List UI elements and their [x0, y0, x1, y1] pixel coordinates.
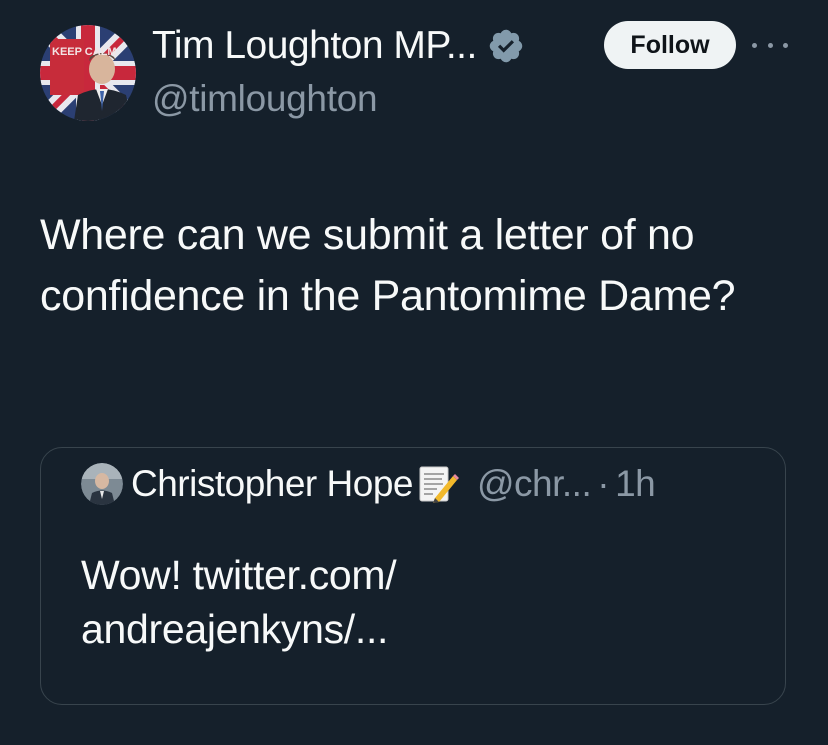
quoted-meta-separator: · — [597, 463, 610, 504]
quoted-tweet-card[interactable]: Christopher Hope @chr... · 1h Wow! twitt… — [40, 447, 786, 705]
author-avatar[interactable]: KEEP CALM — [40, 25, 136, 121]
quoted-tweet-text-line[interactable]: andreajenkyns/... — [81, 602, 761, 656]
follow-button[interactable]: Follow — [604, 21, 736, 69]
avatar-image: KEEP CALM — [40, 25, 136, 121]
avatar-sign-text: KEEP CALM — [52, 46, 117, 58]
quoted-avatar-image — [81, 463, 123, 505]
quoted-author-avatar — [81, 463, 123, 505]
quoted-tweet-header: Christopher Hope @chr... · 1h — [81, 462, 656, 506]
quoted-tweet-timestamp[interactable]: 1h — [615, 463, 656, 505]
more-dot — [767, 42, 773, 48]
author-display-name[interactable]: Tim Loughton MP... — [152, 24, 477, 68]
quoted-author-handle: @chr... — [476, 463, 592, 504]
more-options-icon[interactable] — [752, 30, 788, 60]
more-dot — [783, 42, 788, 48]
more-dot — [752, 42, 757, 48]
quoted-author-name: Christopher Hope — [131, 463, 413, 504]
verified-badge-icon[interactable] — [487, 27, 525, 65]
author-handle[interactable]: @timloughton — [152, 78, 378, 120]
tweet-text: Where can we submit a letter of no confi… — [40, 211, 736, 320]
quoted-tweet-text-line[interactable]: Wow! twitter.com/ — [81, 548, 761, 602]
quoted-tweet-text: Wow! twitter.com/ andreajenkyns/... — [81, 548, 761, 656]
author-name-row[interactable]: Tim Loughton MP... — [152, 22, 525, 70]
memo-icon — [419, 466, 459, 503]
